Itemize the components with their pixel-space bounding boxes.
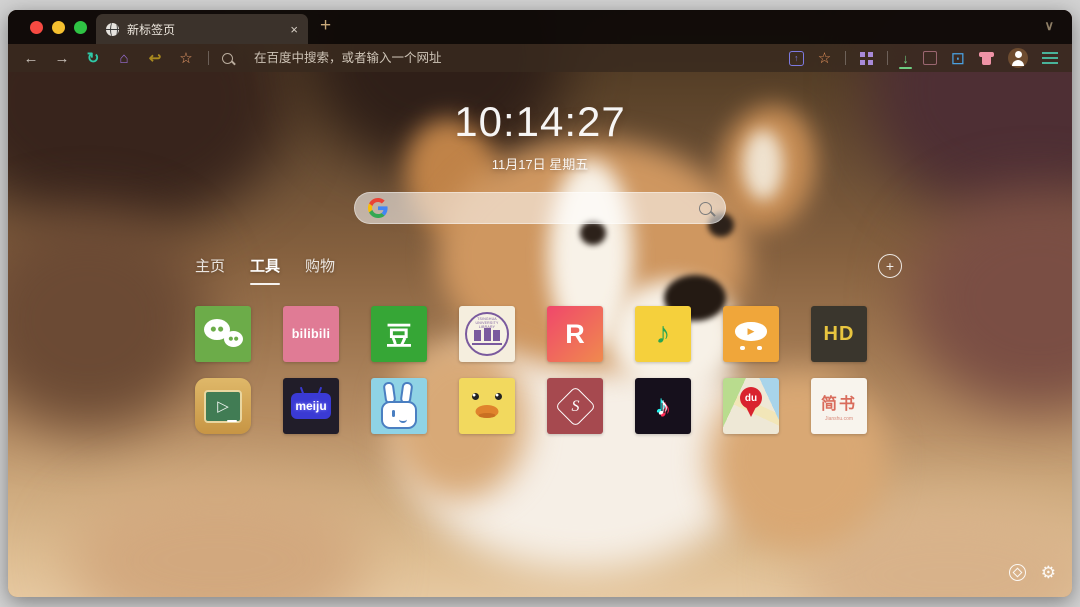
bilibili-label: bilibili [292, 327, 331, 341]
search-bar[interactable] [354, 192, 726, 224]
bookmark-star-button[interactable]: ☆ [177, 51, 195, 66]
shortcut-duck[interactable] [459, 378, 515, 434]
shortcut-douyin[interactable]: ♪ [635, 378, 691, 434]
shortcut-baidu-map[interactable]: du [723, 378, 779, 434]
clock: 10:14:27 [8, 98, 1072, 146]
toolbar-divider [208, 51, 209, 65]
new-tab-button[interactable]: + [320, 15, 331, 37]
tab-strip: 新标签页 × + ∨ [8, 10, 1072, 44]
tab-close-icon[interactable]: × [290, 22, 298, 37]
toolbar-divider [887, 51, 888, 65]
share-icon[interactable]: ↑ [789, 51, 804, 66]
user-avatar[interactable] [1008, 48, 1028, 68]
douyin-note-icon: ♪ [657, 391, 670, 422]
tv-icon: meiju [291, 393, 331, 419]
google-logo [368, 198, 388, 218]
fullscreen-capture-icon[interactable]: ⊡ [951, 50, 965, 67]
duck-icon [472, 393, 479, 400]
newtab-search-input[interactable] [397, 200, 690, 217]
shortcut-red-library-emblem[interactable]: S [547, 378, 603, 434]
add-site-button[interactable]: + [878, 254, 902, 278]
window-minimize-button[interactable] [52, 21, 65, 34]
meiju-label: meiju [295, 399, 326, 413]
rr-video-label: R [565, 319, 585, 350]
category-tab-home[interactable]: 主页 [195, 255, 225, 276]
screenshot-icon[interactable] [923, 51, 937, 65]
download-icon[interactable]: ↓ [902, 52, 909, 65]
shortcut-bilibili[interactable]: bilibili [283, 306, 339, 362]
back-button[interactable]: ← [22, 51, 40, 66]
theme-shirt-icon[interactable] [979, 52, 994, 65]
window-controls [30, 21, 87, 34]
newtab-search-icon[interactable] [699, 202, 712, 215]
tab-title: 新标签页 [127, 21, 282, 38]
menu-icon[interactable] [1042, 52, 1058, 64]
refresh-button[interactable]: ↻ [84, 51, 102, 66]
shortcut-qq-music[interactable]: ♪ [635, 306, 691, 362]
toolbar-right-group: ↑ ☆ ↓ ⊡ [789, 48, 1058, 68]
address-input[interactable] [252, 50, 776, 66]
map-pin-icon: du [740, 387, 762, 409]
shortcut-rr-video[interactable]: R [547, 306, 603, 362]
diamond-emblem-icon: S [554, 385, 595, 426]
shortcut-wechat[interactable] [195, 306, 251, 362]
favorites-star-icon[interactable]: ☆ [818, 49, 831, 67]
window-close-button[interactable] [30, 21, 43, 34]
shortcut-tsinghua-library[interactable]: TSINGHUA UNIVERSITY LIBRARY [459, 306, 515, 362]
hd-label: HD [824, 323, 855, 346]
corner-actions: ⚙ [1009, 564, 1056, 581]
tab-favicon-globe-icon [106, 23, 119, 36]
compass-icon[interactable] [1009, 564, 1026, 581]
shortcut-grid: bilibili 豆 TSINGHUA UNIVERSITY LIBRARY R… [195, 306, 867, 434]
toolbar-divider [845, 51, 846, 65]
music-note-icon: ♪ [656, 317, 671, 351]
apps-grid-icon[interactable] [860, 52, 873, 65]
settings-gear-icon[interactable]: ⚙ [1041, 564, 1056, 581]
window-zoom-button[interactable] [74, 21, 87, 34]
forward-button[interactable]: → [53, 51, 71, 66]
category-tabs: 主页 工具 购物 [195, 255, 335, 276]
blackboard-icon: ▷ [204, 390, 242, 423]
browser-window: 新标签页 × + ∨ ← → ↻ ⌂ ↩ ☆ ↑ ☆ ↓ ⊡ 10:1 [8, 10, 1072, 597]
shortcut-douban[interactable]: 豆 [371, 306, 427, 362]
shortcut-jianshu[interactable]: 简书 Jianshu.com [811, 378, 867, 434]
shortcut-hd-video[interactable]: HD [811, 306, 867, 362]
toolbar: ← → ↻ ⌂ ↩ ☆ ↑ ☆ ↓ ⊡ [8, 44, 1072, 72]
jianshu-sublabel: Jianshu.com [825, 416, 853, 422]
shortcut-video-monster[interactable]: ▶ [723, 306, 779, 362]
monster-face-icon: ▶ [735, 322, 767, 341]
home-button[interactable]: ⌂ [115, 51, 133, 66]
undo-button[interactable]: ↩ [146, 51, 164, 66]
wechat-bubble-icon [224, 331, 243, 347]
douban-label: 豆 [386, 316, 412, 353]
address-search-icon [222, 53, 233, 64]
category-tab-tools[interactable]: 工具 [250, 255, 280, 276]
tab-overflow-chevron-icon[interactable]: ∨ [1044, 18, 1054, 34]
jianshu-label: 简书 [821, 390, 857, 414]
date: 11月17日 星期五 [8, 154, 1072, 173]
category-tab-shopping[interactable]: 购物 [305, 255, 335, 276]
tsinghua-emblem-icon: TSINGHUA UNIVERSITY LIBRARY [465, 312, 509, 356]
shortcut-blackboard-course[interactable]: ▷ [195, 378, 251, 434]
tab-new-tab[interactable]: 新标签页 × [96, 14, 308, 44]
shortcut-meiju[interactable]: meiju [283, 378, 339, 434]
new-tab-page: 10:14:27 11月17日 星期五 主页 工具 购物 + bili [8, 72, 1072, 597]
shortcut-rabbit-comic[interactable] [371, 378, 427, 434]
